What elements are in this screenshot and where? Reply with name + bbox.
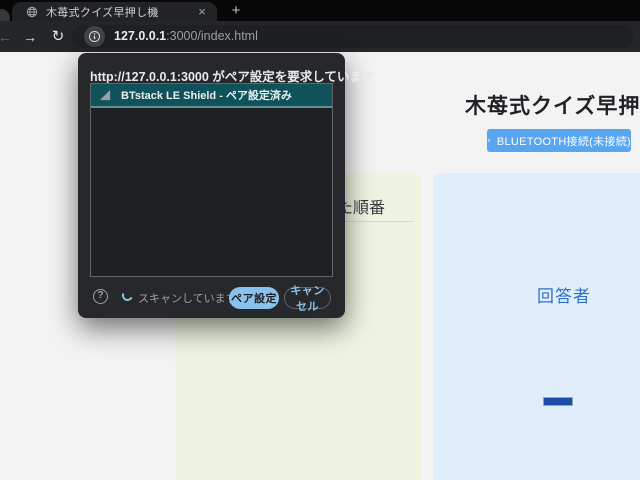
browser-tab[interactable]: 木苺式クイズ早押し機 ×: [12, 2, 217, 21]
cancel-button[interactable]: キャンセル: [284, 287, 331, 309]
bluetooth-icon: [487, 134, 491, 147]
page-title: 木苺式クイズ早押し機: [465, 90, 640, 120]
bluetooth-pair-dialog: http://127.0.0.1:3000 がペア設定を要求しています BTst…: [78, 53, 345, 318]
url-text: 127.0.0.1:3000/index.html: [114, 25, 258, 48]
help-icon[interactable]: ?: [93, 289, 108, 304]
answerer-label: 回答者: [537, 282, 591, 307]
signal-strength-icon: [99, 89, 111, 101]
browser-window: 木苺式クイズ早押し機 × + ← → ↻ 127.0.0.1:3000/inde…: [0, 0, 640, 480]
url-host: 127.0.0.1: [114, 29, 166, 43]
address-bar[interactable]: 127.0.0.1:3000/index.html: [72, 25, 634, 48]
tab-strip: 木苺式クイズ早押し機 × +: [0, 0, 640, 21]
answer-marker: [543, 397, 573, 406]
device-name: BTstack LE Shield - ペア設定済み: [121, 87, 292, 103]
browser-toolbar: ← → ↻ 127.0.0.1:3000/index.html: [0, 21, 640, 52]
bluetooth-connect-button[interactable]: BLUETOOTH接続(未接続): [487, 129, 631, 152]
device-row-selected[interactable]: BTstack LE Shield - ペア設定済み: [91, 84, 332, 108]
device-list[interactable]: BTstack LE Shield - ペア設定済み: [90, 83, 333, 277]
globe-favicon-icon: [26, 6, 38, 18]
bluetooth-button-label: BLUETOOTH接続(未接続): [497, 133, 631, 149]
forward-button[interactable]: →: [21, 28, 39, 46]
tab-close-icon[interactable]: ×: [195, 5, 209, 18]
url-path: :3000/index.html: [166, 29, 258, 43]
tab-title: 木苺式クイズ早押し機: [46, 4, 195, 20]
answerer-panel: 回答者: [433, 173, 640, 480]
scanning-spinner-icon: [120, 288, 134, 302]
site-info-button[interactable]: [84, 26, 105, 47]
new-tab-button[interactable]: +: [226, 1, 246, 21]
reload-button[interactable]: ↻: [49, 28, 67, 46]
info-icon: [88, 30, 101, 43]
pair-button[interactable]: ペア設定: [229, 287, 279, 309]
back-button[interactable]: ←: [0, 28, 14, 46]
